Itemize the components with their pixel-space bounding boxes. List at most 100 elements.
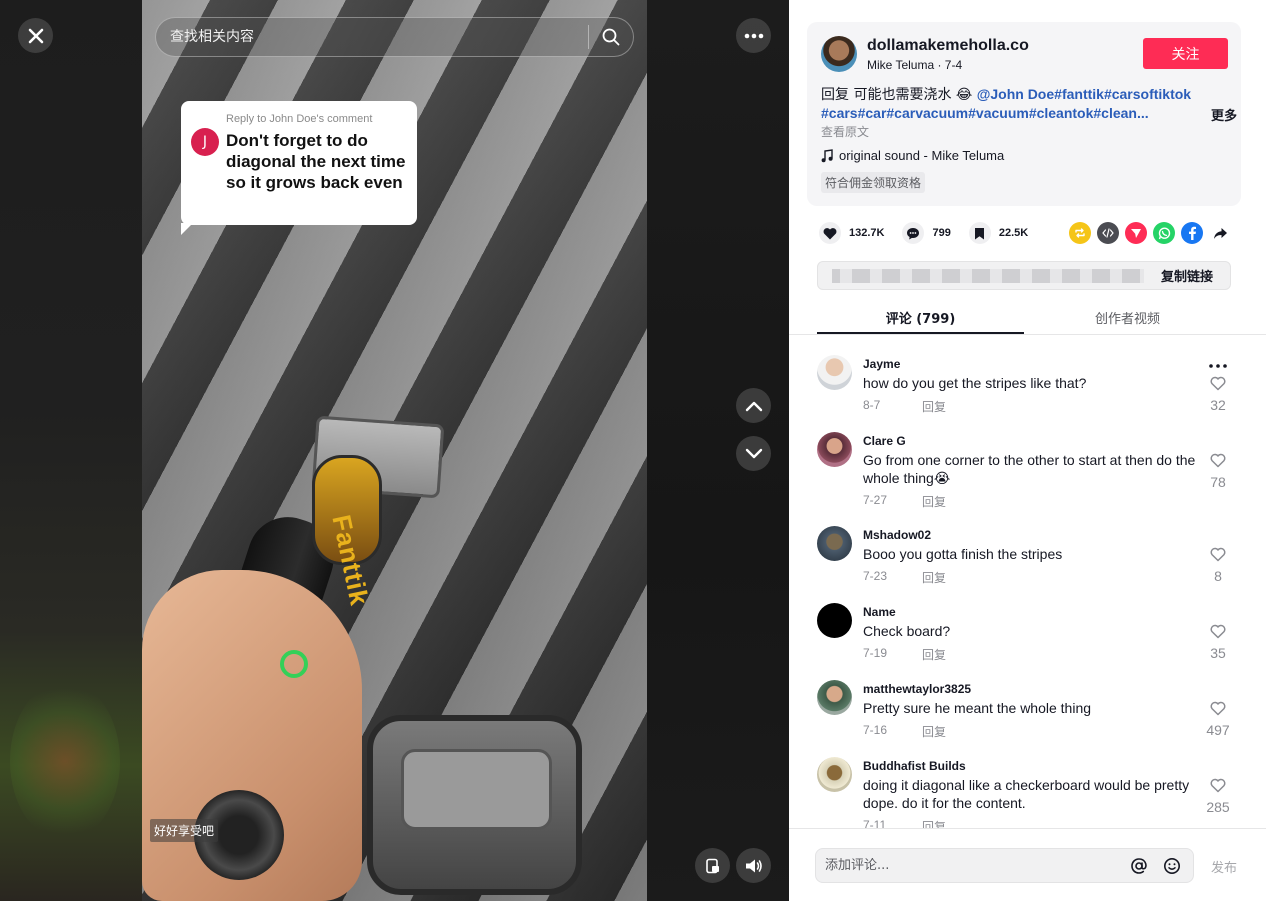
comment-avatar[interactable] bbox=[817, 680, 852, 715]
favorite-button[interactable]: 22.5K bbox=[968, 222, 1028, 244]
vacuum-dock-image bbox=[367, 715, 582, 895]
search-icon bbox=[602, 28, 620, 46]
comment-reply-button[interactable]: 回复 bbox=[922, 723, 946, 740]
bookmark-icon bbox=[975, 227, 985, 239]
comment-avatar[interactable] bbox=[817, 603, 852, 638]
video-info-card: dollamakemeholla.co Mike Teluma · 7-4 关注… bbox=[807, 22, 1241, 206]
more-share-button[interactable] bbox=[1209, 222, 1231, 244]
whatsapp-share-button[interactable] bbox=[1153, 222, 1175, 244]
more-dots-icon bbox=[744, 33, 763, 38]
comment-count: 799 bbox=[932, 227, 951, 239]
embed-button[interactable] bbox=[1097, 222, 1119, 244]
description-prefix: 回复 可能也需要浇水 😂 bbox=[821, 87, 977, 103]
video-stage: Fanttik J Reply to John Doe's comment Do… bbox=[0, 0, 789, 901]
sound-link[interactable]: original sound - Mike Teluma bbox=[821, 148, 1004, 163]
search-input[interactable] bbox=[156, 29, 588, 45]
like-count: 132.7K bbox=[849, 227, 885, 239]
smiley-icon bbox=[1164, 857, 1180, 874]
comment-username[interactable]: Jayme bbox=[863, 357, 900, 371]
chevron-down-icon bbox=[745, 448, 762, 458]
heart-outline-icon bbox=[1210, 624, 1226, 639]
comment-username[interactable]: Name bbox=[863, 605, 896, 619]
copy-link-button[interactable]: 复制链接 bbox=[1144, 266, 1230, 285]
comment-avatar[interactable] bbox=[817, 526, 852, 561]
close-icon bbox=[28, 28, 43, 43]
share-arrow-icon bbox=[1213, 227, 1227, 239]
comment-like-count: 285 bbox=[1206, 799, 1230, 815]
more-options-button[interactable] bbox=[736, 18, 771, 53]
music-note-icon bbox=[821, 148, 833, 162]
reply-comment-sticker: J Reply to John Doe's comment Don't forg… bbox=[181, 101, 417, 235]
comment-like-button[interactable]: 32 bbox=[1198, 376, 1238, 413]
comment-like-button[interactable]: 497 bbox=[1198, 701, 1238, 738]
close-button[interactable] bbox=[18, 18, 53, 53]
favorite-icon-wrap bbox=[968, 222, 991, 244]
description-more-link[interactable]: 更多 bbox=[1211, 105, 1237, 124]
mention-link[interactable]: @John Doe bbox=[977, 86, 1054, 102]
reply-label: Reply to John Doe's comment bbox=[226, 113, 373, 125]
next-video-button[interactable] bbox=[736, 436, 771, 471]
comment-like-button[interactable]: 78 bbox=[1198, 453, 1238, 490]
comment-like-button[interactable]: 35 bbox=[1198, 624, 1238, 661]
volume-button[interactable] bbox=[736, 848, 771, 883]
comment-username[interactable]: Clare G bbox=[863, 434, 906, 448]
comment-input[interactable] bbox=[816, 858, 1127, 873]
comment-reply-button[interactable]: 回复 bbox=[922, 646, 946, 663]
comment-avatar[interactable] bbox=[817, 432, 852, 467]
comment-like-button[interactable]: 285 bbox=[1198, 778, 1238, 815]
tab-comments[interactable]: 评论 (799) bbox=[817, 300, 1024, 334]
copy-link-row: 复制链接 bbox=[817, 261, 1231, 290]
more-dots-icon bbox=[1209, 364, 1227, 368]
author-handle[interactable]: dollamakemeholla.co bbox=[867, 37, 1029, 55]
floating-player-button[interactable] bbox=[695, 848, 730, 883]
comment-username[interactable]: Buddhafist Builds bbox=[863, 759, 966, 773]
comment-like-count: 78 bbox=[1210, 474, 1226, 490]
heart-outline-icon bbox=[1210, 547, 1226, 562]
video-description: 回复 可能也需要浇水 😂 @John Doe#fanttik#carsoftik… bbox=[821, 85, 1201, 123]
comment-more-button[interactable] bbox=[1198, 355, 1238, 373]
commission-badge: 符合佣金领取资格 bbox=[821, 172, 926, 193]
comment-avatar[interactable] bbox=[817, 757, 852, 792]
comment-reply-button[interactable]: 回复 bbox=[922, 398, 946, 415]
comment-list: Jayme how do you get the stripes like th… bbox=[789, 345, 1266, 828]
comment-text: Go from one corner to the other to start… bbox=[863, 452, 1196, 486]
mention-button[interactable] bbox=[1127, 854, 1151, 878]
previous-video-button[interactable] bbox=[736, 388, 771, 423]
comment-text: Check board? bbox=[863, 623, 951, 639]
comment-username[interactable]: Mshadow02 bbox=[863, 528, 931, 542]
like-button[interactable]: 132.7K bbox=[819, 222, 884, 244]
comment-like-button[interactable]: 8 bbox=[1198, 547, 1238, 584]
comment-date: 7-16 bbox=[863, 723, 888, 737]
heart-outline-icon bbox=[1210, 453, 1226, 468]
author-avatar[interactable] bbox=[821, 36, 857, 72]
follow-button[interactable]: 关注 bbox=[1143, 38, 1228, 69]
search-button[interactable] bbox=[589, 18, 633, 56]
comment-like-count: 8 bbox=[1214, 568, 1222, 584]
post-comment-button[interactable]: 发布 bbox=[1211, 857, 1237, 876]
action-bar: 132.7K 799 22.5K bbox=[819, 222, 1046, 244]
comment-text: Pretty sure he meant the whole thing bbox=[863, 700, 1092, 716]
view-original-link[interactable]: 查看原文 bbox=[821, 123, 869, 140]
comment-date: 7-11 bbox=[863, 818, 887, 828]
tab-creator-videos[interactable]: 创作者视频 bbox=[1024, 300, 1231, 334]
comment-scrollbar[interactable] bbox=[1260, 340, 1264, 820]
like-icon-wrap bbox=[819, 222, 841, 244]
reply-text: Don't forget to do diagonal the next tim… bbox=[226, 131, 406, 192]
send-to-friends-button[interactable] bbox=[1125, 222, 1147, 244]
comment-reply-button[interactable]: 回复 bbox=[922, 493, 946, 510]
repost-icon bbox=[1075, 228, 1085, 238]
facebook-share-button[interactable] bbox=[1181, 222, 1203, 244]
repost-button[interactable] bbox=[1069, 222, 1091, 244]
comment-avatar[interactable] bbox=[817, 355, 852, 390]
panel-tabs: 评论 (799) 创作者视频 bbox=[817, 300, 1231, 334]
facebook-icon bbox=[1189, 226, 1196, 240]
author-name-date: Mike Teluma · 7-4 bbox=[867, 58, 963, 72]
comment-button[interactable]: 799 bbox=[902, 222, 951, 244]
comment-reply-button[interactable]: 回复 bbox=[922, 569, 946, 586]
comment-date: 7-27 bbox=[863, 493, 888, 507]
emoji-button[interactable] bbox=[1160, 854, 1184, 878]
comment-reply-button[interactable]: 回复 bbox=[922, 818, 946, 828]
comment-composer: 发布 bbox=[789, 828, 1266, 901]
comment-username[interactable]: matthewtaylor3825 bbox=[863, 682, 971, 696]
comment-input-box bbox=[815, 848, 1194, 883]
